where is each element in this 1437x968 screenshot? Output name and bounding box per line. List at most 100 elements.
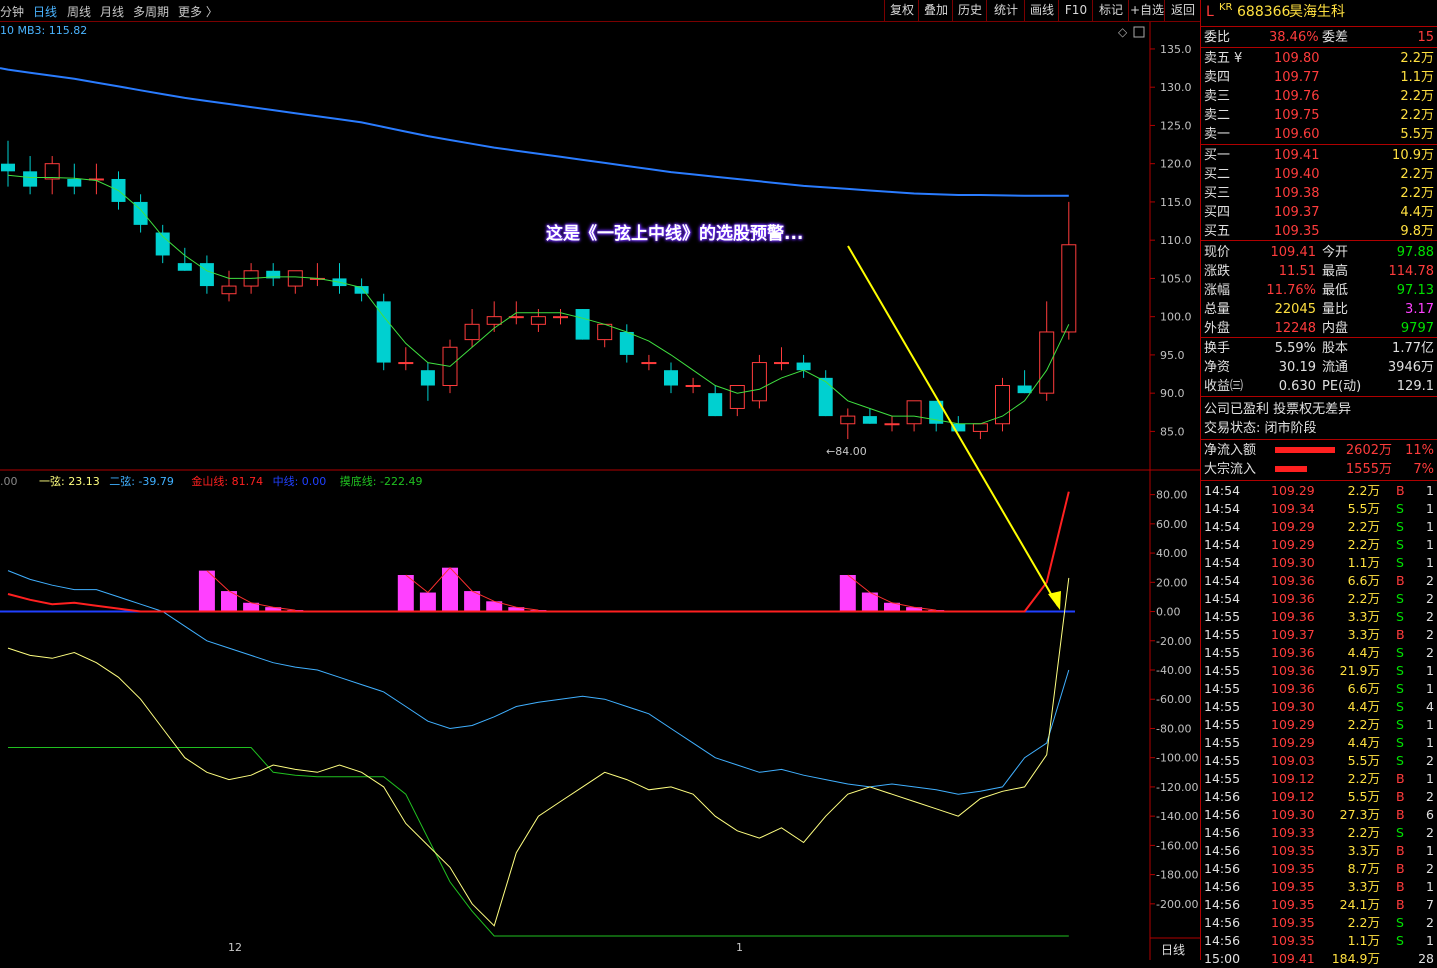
candle-body [840,415,856,425]
tick-row[interactable]: 14:55 109.36 4.4万 S 2 [1203,644,1436,662]
price-tick-label: 105.0 [1160,272,1192,285]
f10-button[interactable]: F10 [1058,0,1093,21]
candle-body [906,400,922,425]
tick-row[interactable]: 14:56 109.33 2.2万 S 2 [1203,824,1436,842]
period-tab-daily[interactable]: 日线 [33,3,57,20]
candle-body [664,370,678,386]
mark-button[interactable]: 标记 [1092,0,1129,21]
bid-row[interactable]: 买二 109.40 2.2万 [1203,165,1436,184]
tick-row[interactable]: 14:54 109.34 5.5万 S 1 [1203,500,1436,518]
annotation-text: 这是《一弦上中线》的选股预警... [546,224,804,244]
add-watchlist-button[interactable]: +自选 [1128,0,1165,21]
tick-row[interactable]: 14:56 109.35 8.7万 B 2 [1203,860,1436,878]
fundamental-row: 换手 5.59% 股本 1.77亿 [1204,341,1434,356]
tick-row[interactable]: 14:56 109.35 2.2万 S 2 [1203,914,1436,932]
indicator-tick-label: 60.00 [1156,518,1188,531]
stats-button[interactable]: 统计 [986,0,1025,21]
period-tab-minute[interactable]: 分钟 [0,3,24,20]
tick-row[interactable]: 15:00 109.41 184.9万 28 [1203,950,1436,968]
candle-body [1017,385,1032,394]
candle-body [67,178,82,187]
quote-row: 涨跌 11.51 最高 114.78 [1204,264,1434,279]
tick-row[interactable]: 14:55 109.36 3.3万 S 2 [1203,608,1436,626]
tick-row[interactable]: 14:55 109.30 4.4万 S 4 [1203,698,1436,716]
ask-row[interactable]: 卖一 109.60 5.5万 [1203,125,1436,144]
tick-row[interactable]: 14:55 109.12 2.2万 B 1 [1203,770,1436,788]
legend-jin-line: 金山线: 81.74 [191,475,264,488]
quote-row: 总量 22045 量比 3.17 [1204,302,1434,317]
tick-row[interactable]: 14:55 109.03 5.5万 S 2 [1203,752,1436,770]
ask-row[interactable]: 卖二 109.75 2.2万 [1203,106,1436,125]
tick-row[interactable]: 14:56 109.35 3.3万 B 1 [1203,878,1436,896]
candle-body [287,270,303,287]
tick-row[interactable]: 14:56 109.30 27.3万 B 6 [1203,806,1436,824]
tick-row[interactable]: 14:55 109.36 21.9万 S 1 [1203,662,1436,680]
price-tick-label: 135.0 [1160,43,1192,56]
indicator-tick-label: 0.00 [1156,606,1181,619]
indicator-tick-label: -80.00 [1156,722,1191,735]
tick-row[interactable]: 14:54 109.36 2.2万 S 2 [1203,590,1436,608]
tick-row[interactable]: 14:56 109.12 5.5万 B 2 [1203,788,1436,806]
low-price-marker: ←84.00 [826,445,867,458]
quote-row: 外盘 12248 内盘 9797 [1204,321,1434,336]
tick-row[interactable]: 14:54 109.29 2.2万 B 1 [1203,482,1436,500]
draw-button[interactable]: 画线 [1024,0,1059,21]
stock-market: KR [1219,2,1233,13]
bid-row[interactable]: 买五 109.35 9.8万 [1203,222,1436,241]
period-tab-more[interactable]: 更多 〉 [178,3,218,20]
candle-body [708,393,723,417]
tick-row[interactable]: 14:56 109.35 3.3万 B 1 [1203,842,1436,860]
bid-row[interactable]: 买四 109.37 4.4万 [1203,203,1436,222]
indicator-tick-label: -60.00 [1156,693,1191,706]
tick-row[interactable]: 14:54 109.36 6.6万 B 2 [1203,572,1436,590]
candle-body [796,362,811,371]
period-tab-bottom[interactable]: 日线 [1161,941,1185,958]
tick-row[interactable]: 14:55 109.37 3.3万 B 2 [1203,626,1436,644]
candle-body [420,370,435,386]
candle-body [553,316,568,319]
indicator-tick-label: 40.00 [1156,547,1188,560]
candle-body [1,163,15,172]
period-tab-weekly[interactable]: 周线 [67,3,91,20]
tick-row[interactable]: 14:54 109.29 2.2万 S 1 [1203,536,1436,554]
candle-body [774,362,789,365]
history-button[interactable]: 历史 [952,0,987,21]
candle-body [884,423,900,426]
jin-line-series [7,491,1070,613]
ask-row[interactable]: 卖三 109.76 2.2万 [1203,87,1436,106]
candle-body [199,263,214,287]
indicator-axis: 80.00 60.00 40.00 20.00 0.00 -20.00 -40.00 -60.… [1150,489,1198,911]
overlay-button[interactable]: 叠加 [918,0,953,21]
stock-code: 688366 [1237,4,1291,20]
indicator-tick-label: -20.00 [1156,635,1191,648]
candle-body [398,362,414,365]
indicator-tick-label: -120.00 [1156,781,1198,794]
arrow-head-icon [1048,591,1061,610]
adjust-button[interactable]: 复权 [884,0,919,21]
tick-row[interactable]: 14:55 109.36 6.6万 S 1 [1203,680,1436,698]
back-button[interactable]: 返回 [1164,0,1201,21]
chart-area[interactable]: 135.0 130.0 125.0 120.0 115.0 110.0 105.0 100.0… [0,22,1200,960]
x-label-dec: 12 [228,941,242,954]
period-tab-monthly[interactable]: 月线 [100,3,124,20]
bid-row[interactable]: 买一 109.41 10.9万 [1203,146,1436,165]
order-ratio-row: 委比 38.46% 委差 15 [1204,30,1434,45]
candle-body [751,362,767,402]
tick-row[interactable]: 14:55 109.29 2.2万 S 1 [1203,716,1436,734]
price-tick-label: 110.0 [1160,234,1192,247]
tick-row[interactable]: 14:56 109.35 1.1万 S 1 [1203,932,1436,950]
quote-panel: L KR 688366 昊海生科 委比 38.46% 委差 15 卖五 ¥109.… [1200,0,1437,966]
ask-row[interactable]: 卖四 109.77 1.1万 [1203,68,1436,87]
tick-row[interactable]: 14:54 109.30 1.1万 S 1 [1203,554,1436,572]
tick-row[interactable]: 14:56 109.35 24.1万 B 7 [1203,896,1436,914]
tick-row[interactable]: 14:55 109.29 4.4万 S 1 [1203,734,1436,752]
ma-long-line [0,67,1069,197]
tick-row[interactable]: 14:54 109.29 2.2万 S 1 [1203,518,1436,536]
candle-body [23,171,38,187]
bid-row[interactable]: 买三 109.38 2.2万 [1203,184,1436,203]
quote-row: 现价 109.41 今开 97.88 [1204,245,1434,260]
ask-row[interactable]: 卖五 ¥109.80 2.2万 [1203,49,1436,68]
annotation-arrow [847,245,1059,607]
flow-row: 净流入额 2602万 11% [1204,443,1434,458]
period-tab-multi[interactable]: 多周期 [133,3,169,20]
